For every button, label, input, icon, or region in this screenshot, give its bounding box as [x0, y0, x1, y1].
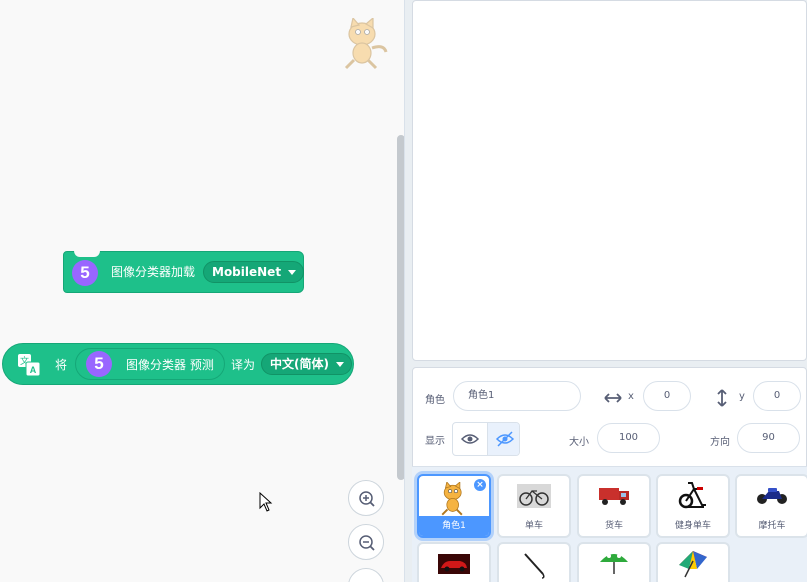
zoom-in-button[interactable] [348, 480, 384, 516]
scratch-editor: 5 图像分类器加载 MobileNet 文 A 将 5 图像分类器 预测 译为 … [0, 0, 807, 582]
chevron-down-icon [335, 362, 344, 367]
number-5-icon: 5 [72, 260, 98, 286]
bicycle-icon [517, 484, 551, 508]
y-input[interactable]: 0 [753, 381, 801, 411]
classifier-load-block[interactable]: 5 图像分类器加载 MobileNet [63, 251, 305, 293]
closed-umbrella-icon [524, 553, 545, 579]
size-input[interactable]: 100 [597, 423, 660, 453]
x-label: x [628, 391, 634, 402]
truck-icon [599, 488, 629, 505]
code-area[interactable]: 5 图像分类器加载 MobileNet 文 A 将 5 图像分类器 预测 译为 … [0, 0, 405, 582]
sprite-tile-green-umbrella[interactable] [577, 542, 651, 582]
rainbow-umbrella-icon [679, 551, 707, 578]
eye-icon [460, 434, 480, 444]
direction-label: 方向 [710, 437, 730, 448]
visibility-toggle [452, 422, 520, 456]
car-icon [438, 554, 470, 574]
x-arrows-icon [604, 393, 622, 403]
delete-sprite-button[interactable]: × [473, 478, 487, 492]
stage[interactable] [412, 0, 807, 361]
cat-icon [441, 482, 463, 516]
sprite-tile-rainbow-umbrella[interactable] [656, 542, 730, 582]
zoom-out-icon [359, 535, 375, 551]
direction-input[interactable]: 90 [737, 423, 800, 453]
language-dropdown-value: 中文(简体) [270, 357, 329, 371]
sprite-tile-label: 摩托车 [758, 521, 786, 531]
sprite-tile-健身单车[interactable]: 健身单车 [656, 474, 730, 538]
size-label: 大小 [569, 437, 589, 448]
y-arrows-icon [717, 389, 727, 407]
zoom-in-icon [359, 491, 375, 507]
sprite-tile-car[interactable] [417, 542, 491, 582]
eye-slash-icon [495, 431, 515, 447]
show-label: 显示 [425, 436, 445, 447]
green-umbrella-icon [600, 554, 628, 574]
classifier-predict-reporter[interactable]: 5 图像分类器 预测 [75, 348, 225, 380]
sprite-name-label: 角色 [425, 395, 445, 406]
show-button[interactable] [453, 423, 487, 455]
sprite-name-input[interactable]: 角色1 [453, 381, 581, 411]
sprite-tile-closed-umbrella[interactable] [497, 542, 571, 582]
sprite-tile-label: 单车 [524, 521, 543, 531]
model-dropdown[interactable]: MobileNet [203, 261, 305, 283]
zoom-reset-button[interactable] [348, 568, 384, 582]
translate-icon: 文 A [18, 354, 41, 377]
translate-prefix: 将 [55, 358, 68, 372]
code-area-scrollbar[interactable] [397, 135, 404, 480]
hide-button[interactable] [487, 423, 519, 455]
mouse-cursor-icon [259, 492, 273, 512]
language-dropdown[interactable]: 中文(简体) [261, 353, 352, 375]
translate-block[interactable]: 文 A 将 5 图像分类器 预测 译为 中文(简体) [2, 343, 354, 385]
number-5-icon: 5 [86, 351, 112, 377]
sprite-tile-label: 角色1 [419, 516, 489, 536]
svg-text:A: A [30, 365, 37, 375]
predict-reporter-label: 图像分类器 预测 [126, 358, 214, 372]
chevron-down-icon [288, 270, 297, 275]
load-block-label: 图像分类器加载 [111, 265, 196, 279]
model-dropdown-value: MobileNet [212, 265, 282, 279]
sprite-tile-角色1[interactable]: × 角色1 [417, 474, 491, 538]
sprite-tile-摩托车[interactable]: 摩托车 [735, 474, 807, 538]
sprite-tile-label: 货车 [604, 521, 623, 531]
sprite-tile-label: 健身单车 [674, 521, 711, 531]
sprite-watermark-cat-icon [344, 18, 388, 70]
sprite-tile-货车[interactable]: 货车 [577, 474, 651, 538]
x-input[interactable]: 0 [643, 381, 691, 411]
motorcycle-icon [757, 488, 787, 504]
zoom-out-button[interactable] [348, 524, 384, 560]
exercise-bike-icon [678, 482, 706, 509]
translate-middle-label: 译为 [231, 358, 256, 372]
y-label: y [739, 391, 745, 402]
sprite-tile-单车[interactable]: 单车 [497, 474, 571, 538]
